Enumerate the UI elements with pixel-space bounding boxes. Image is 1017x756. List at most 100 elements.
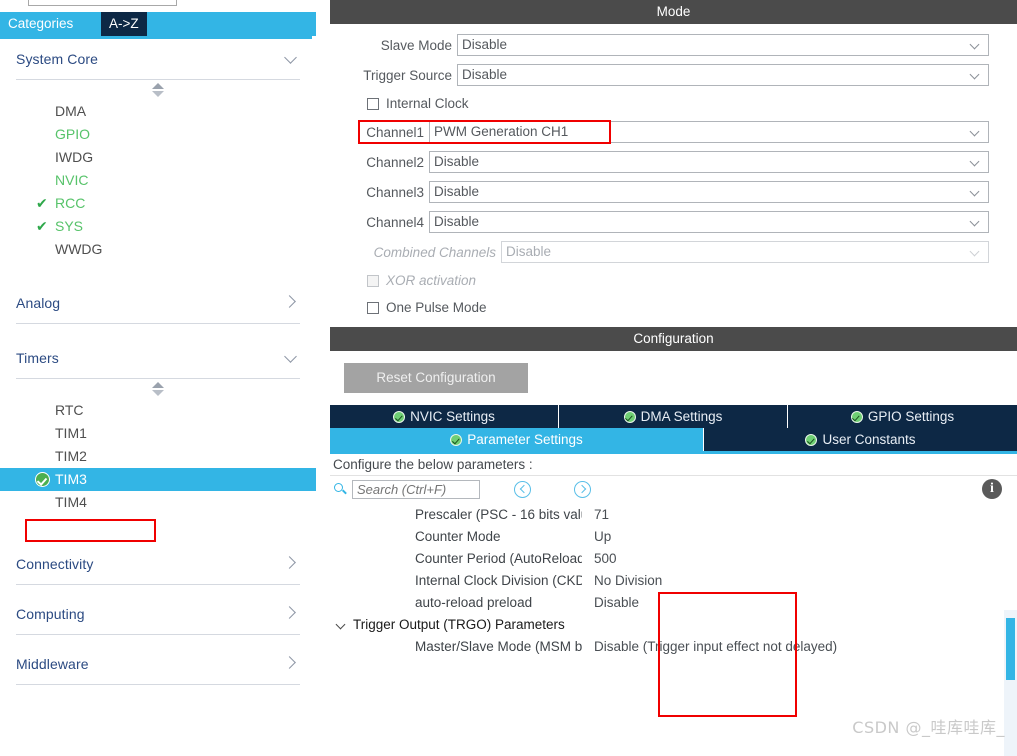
- combined-channels-row: Combined Channels Disable: [330, 237, 1017, 267]
- panel-splitter[interactable]: [316, 0, 330, 756]
- chevron-down-icon: [285, 51, 298, 67]
- tab-parameter-settings[interactable]: Parameter Settings: [330, 428, 704, 451]
- peripheral-label: WWDG: [55, 241, 103, 257]
- sidebar-item-rtc[interactable]: RTC: [0, 399, 316, 422]
- combined-channels-label: Combined Channels: [373, 244, 496, 260]
- one-pulse-mode-row[interactable]: One Pulse Mode: [330, 294, 1017, 321]
- trigger-source-select[interactable]: Disable: [457, 64, 989, 86]
- table-row[interactable]: Internal Clock Division (CKD) No Divisio…: [330, 570, 1017, 592]
- slave-mode-select[interactable]: Disable: [457, 34, 989, 56]
- chevron-down-icon: [336, 620, 347, 631]
- peripheral-label: TIM1: [55, 425, 87, 441]
- internal-clock-checkbox[interactable]: [367, 97, 379, 110]
- trigger-source-value: Disable: [462, 67, 508, 82]
- sidebar-group-label: Timers: [16, 350, 59, 366]
- xor-activation-row: XOR activation: [330, 267, 1017, 294]
- channel1-select[interactable]: PWM Generation CH1: [429, 121, 989, 143]
- combined-channels-select: Disable: [501, 241, 989, 263]
- mode-panel-body: Slave Mode Disable Trigger Source Disabl…: [330, 24, 1017, 327]
- ok-check-icon: [805, 434, 818, 446]
- tab-label: GPIO Settings: [867, 409, 955, 424]
- channel4-select[interactable]: Disable: [429, 211, 989, 233]
- parameter-search-row: i: [330, 476, 1017, 504]
- sidebar-item-sys[interactable]: ✔ SYS: [0, 215, 316, 238]
- parameter-list: Prescaler (PSC - 16 bits value) 71 Count…: [330, 504, 1017, 658]
- channel4-row: Channel4 Disable: [330, 207, 1017, 237]
- chevron-right-icon: [285, 656, 298, 672]
- sidebar-item-wwdg[interactable]: WWDG: [0, 238, 316, 261]
- slave-mode-label: Slave Mode: [380, 37, 452, 53]
- previous-match-button[interactable]: [514, 481, 531, 498]
- parameter-search-input[interactable]: [352, 480, 480, 499]
- parameter-value[interactable]: No Division: [582, 570, 662, 592]
- table-row[interactable]: auto-reload preload Disable: [330, 592, 1017, 614]
- channel2-row: Channel2 Disable: [330, 147, 1017, 177]
- parameter-value[interactable]: Up: [582, 526, 611, 548]
- peripheral-label: TIM2: [55, 448, 87, 464]
- spinner-up-icon[interactable]: [152, 382, 164, 388]
- configuration-tabs-row-1: NVIC Settings DMA Settings GPIO Settings: [330, 405, 1017, 428]
- chevron-right-icon: [285, 295, 298, 311]
- sidebar-group-computing[interactable]: Computing: [16, 594, 300, 635]
- parameter-value[interactable]: Disable (Trigger input effect not delaye…: [582, 636, 837, 658]
- table-row[interactable]: Counter Mode Up: [330, 526, 1017, 548]
- chevron-down-icon: [285, 350, 298, 366]
- ok-check-icon: [393, 411, 406, 423]
- tab-nvic-settings[interactable]: NVIC Settings: [330, 405, 559, 428]
- peripheral-label: SYS: [55, 218, 84, 234]
- parameter-value[interactable]: Disable: [582, 592, 639, 614]
- xor-activation-label: XOR activation: [386, 273, 477, 288]
- sidebar-item-tim1[interactable]: TIM1: [0, 422, 316, 445]
- spinner-down-icon[interactable]: [152, 390, 164, 396]
- sidebar-item-rcc[interactable]: ✔ RCC: [0, 192, 316, 215]
- channel3-select[interactable]: Disable: [429, 181, 989, 203]
- tab-dma-settings[interactable]: DMA Settings: [559, 405, 788, 428]
- parameter-value[interactable]: 500: [582, 548, 617, 570]
- tab-a-to-z[interactable]: A->Z: [101, 12, 147, 36]
- configure-parameters-note: Configure the below parameters :: [330, 454, 1017, 476]
- sidebar-item-tim3[interactable]: TIM3: [0, 468, 316, 491]
- parameter-name: Internal Clock Division (CKD): [415, 573, 582, 588]
- tab-gpio-settings[interactable]: GPIO Settings: [788, 405, 1017, 428]
- check-icon: ✔: [36, 195, 48, 211]
- sidebar-group-label: Connectivity: [16, 556, 94, 572]
- chevron-down-icon: [971, 248, 980, 257]
- parameter-value[interactable]: 71: [582, 504, 609, 526]
- sidebar-search-input[interactable]: [28, 0, 177, 6]
- reset-configuration-button[interactable]: Reset Configuration: [344, 363, 528, 393]
- system-core-spinner[interactable]: [0, 80, 316, 100]
- next-match-button[interactable]: [574, 481, 591, 498]
- channel2-select[interactable]: Disable: [429, 151, 989, 173]
- tab-user-constants[interactable]: User Constants: [704, 428, 1017, 451]
- table-row[interactable]: Master/Slave Mode (MSM bit) Disable (Tri…: [330, 636, 1017, 658]
- sidebar-group-middleware[interactable]: Middleware: [16, 644, 300, 685]
- sidebar-item-gpio[interactable]: GPIO: [0, 123, 316, 146]
- info-icon[interactable]: i: [982, 479, 1002, 499]
- system-core-peripheral-list: DMA GPIO IWDG NVIC ✔ RCC ✔ SYS WWDG: [0, 100, 316, 261]
- check-icon: ✔: [36, 218, 48, 234]
- sidebar-item-dma[interactable]: DMA: [0, 100, 316, 123]
- tab-categories[interactable]: Categories: [0, 12, 82, 36]
- one-pulse-mode-checkbox[interactable]: [367, 301, 379, 314]
- sidebar-group-label: System Core: [16, 51, 99, 67]
- internal-clock-row[interactable]: Internal Clock: [330, 90, 1017, 117]
- sidebar-group-system-core[interactable]: System Core: [16, 39, 300, 80]
- table-row[interactable]: Prescaler (PSC - 16 bits value) 71: [330, 504, 1017, 526]
- chevron-down-icon: [971, 158, 980, 167]
- sidebar-group-connectivity[interactable]: Connectivity: [16, 544, 300, 585]
- parameter-group-trgo[interactable]: Trigger Output (TRGO) Parameters: [330, 614, 1017, 636]
- sidebar-group-timers[interactable]: Timers: [16, 338, 300, 379]
- timers-spinner[interactable]: [0, 379, 316, 399]
- spinner-down-icon[interactable]: [152, 91, 164, 97]
- sidebar-group-analog[interactable]: Analog: [16, 283, 300, 324]
- table-row[interactable]: Counter Period (AutoReload Regi... 500: [330, 548, 1017, 570]
- parameter-name: Counter Mode: [415, 529, 501, 544]
- slave-mode-value: Disable: [462, 37, 508, 52]
- sidebar-item-nvic[interactable]: NVIC: [0, 169, 316, 192]
- parameter-scrollbar-thumb[interactable]: [1006, 618, 1015, 680]
- sidebar-item-tim2[interactable]: TIM2: [0, 445, 316, 468]
- sidebar-item-iwdg[interactable]: IWDG: [0, 146, 316, 169]
- sidebar-item-tim4[interactable]: TIM4: [0, 491, 316, 514]
- spinner-up-icon[interactable]: [152, 83, 164, 89]
- parameter-name: Prescaler (PSC - 16 bits value): [415, 507, 582, 522]
